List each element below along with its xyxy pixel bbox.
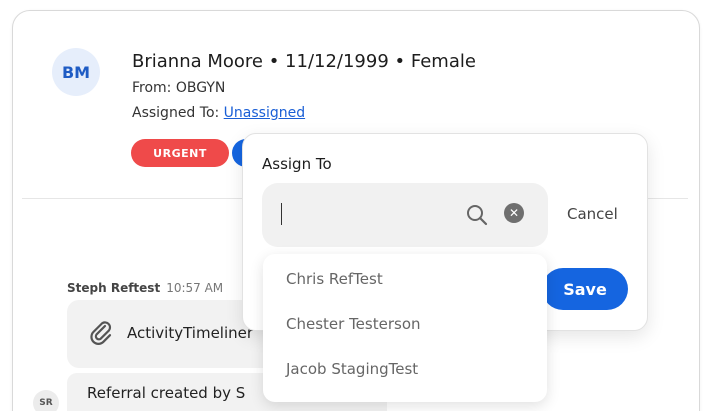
urgent-badge: URGENT bbox=[131, 139, 229, 167]
cancel-button[interactable]: Cancel bbox=[567, 205, 618, 223]
referral-event-text: Referral created by S bbox=[87, 384, 246, 402]
author-avatar: SR bbox=[33, 390, 59, 411]
clear-icon[interactable]: ✕ bbox=[504, 203, 524, 223]
patient-source: From: OBGYN bbox=[132, 80, 226, 96]
activity-time: 10:57 AM bbox=[166, 281, 224, 295]
assigned-to-label: Assigned To: bbox=[132, 105, 224, 121]
assignee-option[interactable]: Chris RefTest bbox=[286, 270, 383, 288]
activity-author: Steph Reftest bbox=[67, 281, 161, 295]
paperclip-icon bbox=[90, 321, 112, 345]
save-button[interactable]: Save bbox=[542, 268, 628, 310]
patient-name-line: Brianna Moore • 11/12/1999 • Female bbox=[132, 51, 476, 72]
assignee-option[interactable]: Jacob StagingTest bbox=[286, 360, 418, 378]
assigned-to-link[interactable]: Unassigned bbox=[224, 105, 305, 121]
patient-avatar: BM bbox=[52, 48, 100, 96]
assignee-option[interactable]: Chester Testerson bbox=[286, 315, 421, 333]
attachment-name[interactable]: ActivityTimeliner bbox=[127, 324, 253, 342]
assign-to-title: Assign To bbox=[262, 155, 332, 173]
search-icon[interactable] bbox=[466, 204, 488, 226]
assigned-to-line: Assigned To: Unassigned bbox=[132, 105, 305, 121]
activity-meta: Steph Reftest 10:57 AM bbox=[67, 281, 223, 295]
text-caret bbox=[281, 203, 282, 225]
assignee-search-input[interactable] bbox=[292, 199, 452, 229]
